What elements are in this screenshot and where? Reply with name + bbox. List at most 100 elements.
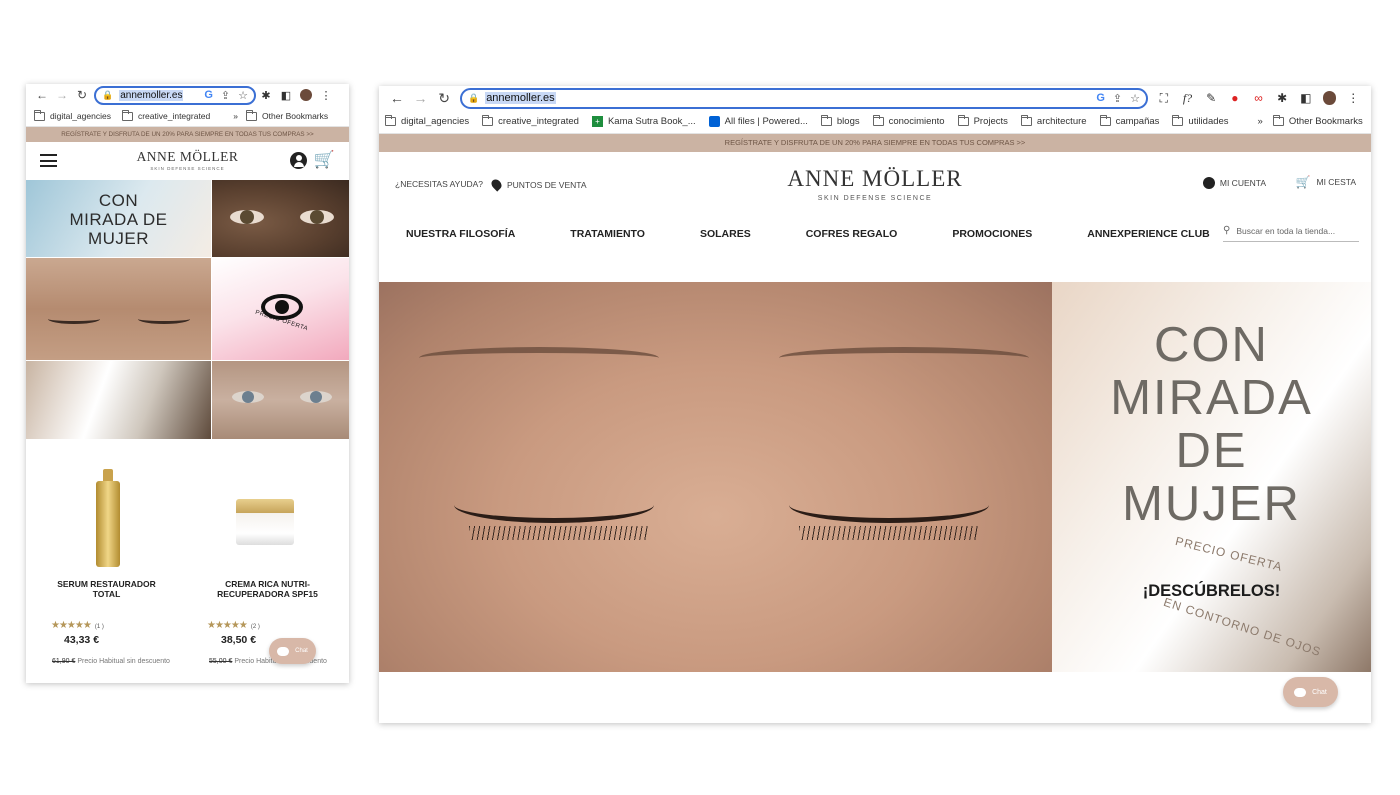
product-card[interactable]: SERUM RESTAURADOR TOTAL ★★★★★ (1 ) 43,33 …	[26, 439, 187, 683]
chat-button[interactable]: Chat	[1283, 677, 1338, 707]
category-label: EN CONTORNO DE OJOS	[1161, 594, 1323, 660]
account-icon[interactable]	[290, 152, 307, 169]
back-icon[interactable]: ←	[385, 90, 409, 106]
review-count[interactable]: (1 )	[95, 624, 104, 630]
hero-mosaic[interactable]: CON MIRADA DE MUJER PRECIO OFERTA	[26, 180, 349, 439]
bookmark-conocimiento[interactable]: conocimiento	[872, 115, 945, 127]
sidepanel-icon[interactable]: ◧	[276, 89, 296, 102]
rating-stars: ★★★★★ (1 )	[51, 620, 104, 631]
back-icon[interactable]: ←	[32, 88, 52, 102]
bookmark-campanas[interactable]: campañas	[1099, 115, 1159, 127]
bookmarks-bar: digital_agencies creative_integrated » O…	[26, 106, 349, 127]
star-icon[interactable]: ☆	[1130, 92, 1140, 105]
cart-icon[interactable]: 🛒	[314, 150, 335, 170]
cart-link[interactable]: 🛒 MI CESTA	[1296, 175, 1356, 189]
product-image[interactable]	[26, 439, 187, 567]
lock-icon: 🔒	[467, 92, 480, 103]
discover-cta[interactable]: ¡DESCÚBRELOS!	[1052, 582, 1371, 601]
hero-tile-closed-eyes[interactable]	[26, 258, 211, 360]
more-bookmarks-button[interactable]: »	[1258, 116, 1263, 127]
other-bookmarks[interactable]: Other Bookmarks	[246, 109, 328, 121]
bookmark-kama-sutra[interactable]: + Kama Sutra Book_...	[591, 116, 696, 127]
old-price: 61,90 € Precio Habitual sin descuento	[52, 658, 170, 665]
search-placeholder: Buscar en toda la tienda...	[1236, 225, 1336, 236]
bookmark-utilidades[interactable]: utilidades	[1172, 115, 1229, 127]
address-url[interactable]: annemoller.es	[119, 89, 184, 101]
hero-tile-texture[interactable]	[26, 361, 211, 439]
bookmarks-bar: digital_agencies creative_integrated + Ka…	[379, 110, 1371, 134]
folder-icon	[121, 109, 133, 121]
bookmark-digital-agencies[interactable]: digital_agencies	[385, 115, 469, 127]
reload-icon[interactable]: ↻	[432, 90, 456, 107]
menu-kebab-icon[interactable]: ⋮	[316, 89, 336, 102]
eyelid-image	[138, 314, 190, 324]
extension-link-icon[interactable]: ∞	[1247, 91, 1271, 105]
bookmark-all-files[interactable]: All files | Powered...	[708, 116, 808, 127]
extensions-icon[interactable]: ✱	[256, 89, 276, 102]
forward-icon[interactable]: →	[409, 90, 433, 106]
review-count[interactable]: (2 )	[251, 624, 260, 630]
hero-tile-open-eyes[interactable]	[212, 180, 349, 257]
nav-annexperience-club[interactable]: ANNEXPERIENCE CLUB	[1087, 228, 1210, 240]
sheet-icon: +	[591, 116, 603, 127]
profile-avatar[interactable]	[1322, 91, 1337, 105]
nav-filosofia[interactable]: NUESTRA FILOSOFÍA	[406, 228, 515, 240]
lock-icon: 🔒	[102, 89, 114, 100]
main-nav: NUESTRA FILOSOFÍA TRATAMIENTO SOLARES CO…	[406, 228, 1210, 240]
product-list: SERUM RESTAURADOR TOTAL ★★★★★ (1 ) 43,33 …	[26, 439, 349, 683]
star-icon[interactable]: ☆	[238, 89, 248, 102]
account-link[interactable]: MI CUENTA	[1202, 177, 1266, 189]
bookmark-projects[interactable]: Projects	[957, 115, 1008, 127]
product-name[interactable]: SERUM RESTAURADOR TOTAL	[26, 579, 187, 599]
address-bar[interactable]: 🔒 annemoller.es G ⇪ ☆	[94, 85, 256, 105]
iris-image	[242, 391, 254, 403]
bookmark-digital-agencies[interactable]: digital_agencies	[34, 109, 111, 121]
share-icon[interactable]: ⇪	[1113, 92, 1122, 105]
extensions-icon[interactable]: ✱	[1270, 91, 1294, 105]
hero-tile-mature-eyes[interactable]	[212, 361, 349, 439]
box-icon	[708, 116, 720, 127]
nav-tratamiento[interactable]: TRATAMIENTO	[570, 228, 645, 240]
nav-promociones[interactable]: PROMOCIONES	[952, 228, 1032, 240]
fonts-icon[interactable]: f?	[1176, 91, 1200, 106]
eyedropper-icon[interactable]: ✎	[1199, 91, 1223, 105]
mobile-toolbar: ← → ↻ 🔒 annemoller.es G ⇪ ☆ ✱ ◧ ⋮	[26, 84, 349, 106]
profile-avatar[interactable]	[300, 89, 312, 101]
screenshot-icon[interactable]: ⛶	[1152, 91, 1176, 106]
product-card[interactable]: CREMA RICA NUTRI-RECUPERADORA SPF15 ★★★★…	[187, 439, 348, 683]
google-icon[interactable]: G	[204, 89, 213, 101]
promo-banner[interactable]: REGÍSTRATE Y DISFRUTA DE UN 20% PARA SIE…	[26, 127, 349, 142]
iris-image	[310, 210, 324, 224]
google-icon[interactable]: G	[1096, 92, 1105, 104]
product-image[interactable]	[187, 439, 348, 545]
extension-red-icon[interactable]: ●	[1223, 91, 1247, 105]
bookmark-blogs[interactable]: blogs	[820, 115, 860, 127]
bookmark-creative-integrated[interactable]: creative_integrated	[121, 109, 210, 121]
bookmark-creative-integrated[interactable]: creative_integrated	[482, 115, 579, 127]
hero-side-panel[interactable]: CON MIRADA DE MUJER PRECIO OFERTA ¡DESCÚ…	[1052, 282, 1371, 672]
hero-headline-mobile: CON MIRADA DE MUJER	[69, 191, 168, 248]
product-name[interactable]: CREMA RICA NUTRI-RECUPERADORA SPF15	[187, 579, 348, 599]
other-bookmarks[interactable]: Other Bookmarks	[1272, 115, 1363, 127]
eyelid-image	[48, 314, 100, 324]
bookmark-architecture[interactable]: architecture	[1020, 115, 1087, 127]
reload-icon[interactable]: ↻	[72, 88, 92, 102]
nav-solares[interactable]: SOLARES	[700, 228, 751, 240]
address-url[interactable]: annemoller.es	[485, 92, 556, 104]
hero-tile-offer[interactable]: PRECIO OFERTA	[212, 258, 349, 360]
hero-headline: CON MIRADA DE MUJER	[1110, 318, 1313, 531]
promo-banner[interactable]: REGÍSTRATE Y DISFRUTA DE UN 20% PARA SIE…	[379, 134, 1371, 152]
menu-kebab-icon[interactable]: ⋮	[1341, 91, 1365, 105]
share-icon[interactable]: ⇪	[221, 89, 230, 102]
search-icon: ⚲	[1223, 225, 1231, 236]
sidepanel-icon[interactable]: ◧	[1294, 91, 1318, 105]
search-input[interactable]: ⚲ Buscar en toda la tienda...	[1223, 220, 1359, 242]
more-bookmarks-button[interactable]: »	[233, 111, 238, 121]
hero-tile-headline[interactable]: CON MIRADA DE MUJER	[26, 180, 211, 257]
folder-icon	[1172, 115, 1184, 126]
nav-cofres-regalo[interactable]: COFRES REGALO	[806, 228, 898, 240]
address-bar[interactable]: 🔒 annemoller.es G ⇪ ☆	[459, 87, 1149, 109]
forward-icon[interactable]: →	[52, 88, 72, 102]
hero-banner[interactable]: CON MIRADA DE MUJER PRECIO OFERTA ¡DESCÚ…	[379, 282, 1371, 672]
chat-button[interactable]: Chat	[269, 638, 316, 664]
